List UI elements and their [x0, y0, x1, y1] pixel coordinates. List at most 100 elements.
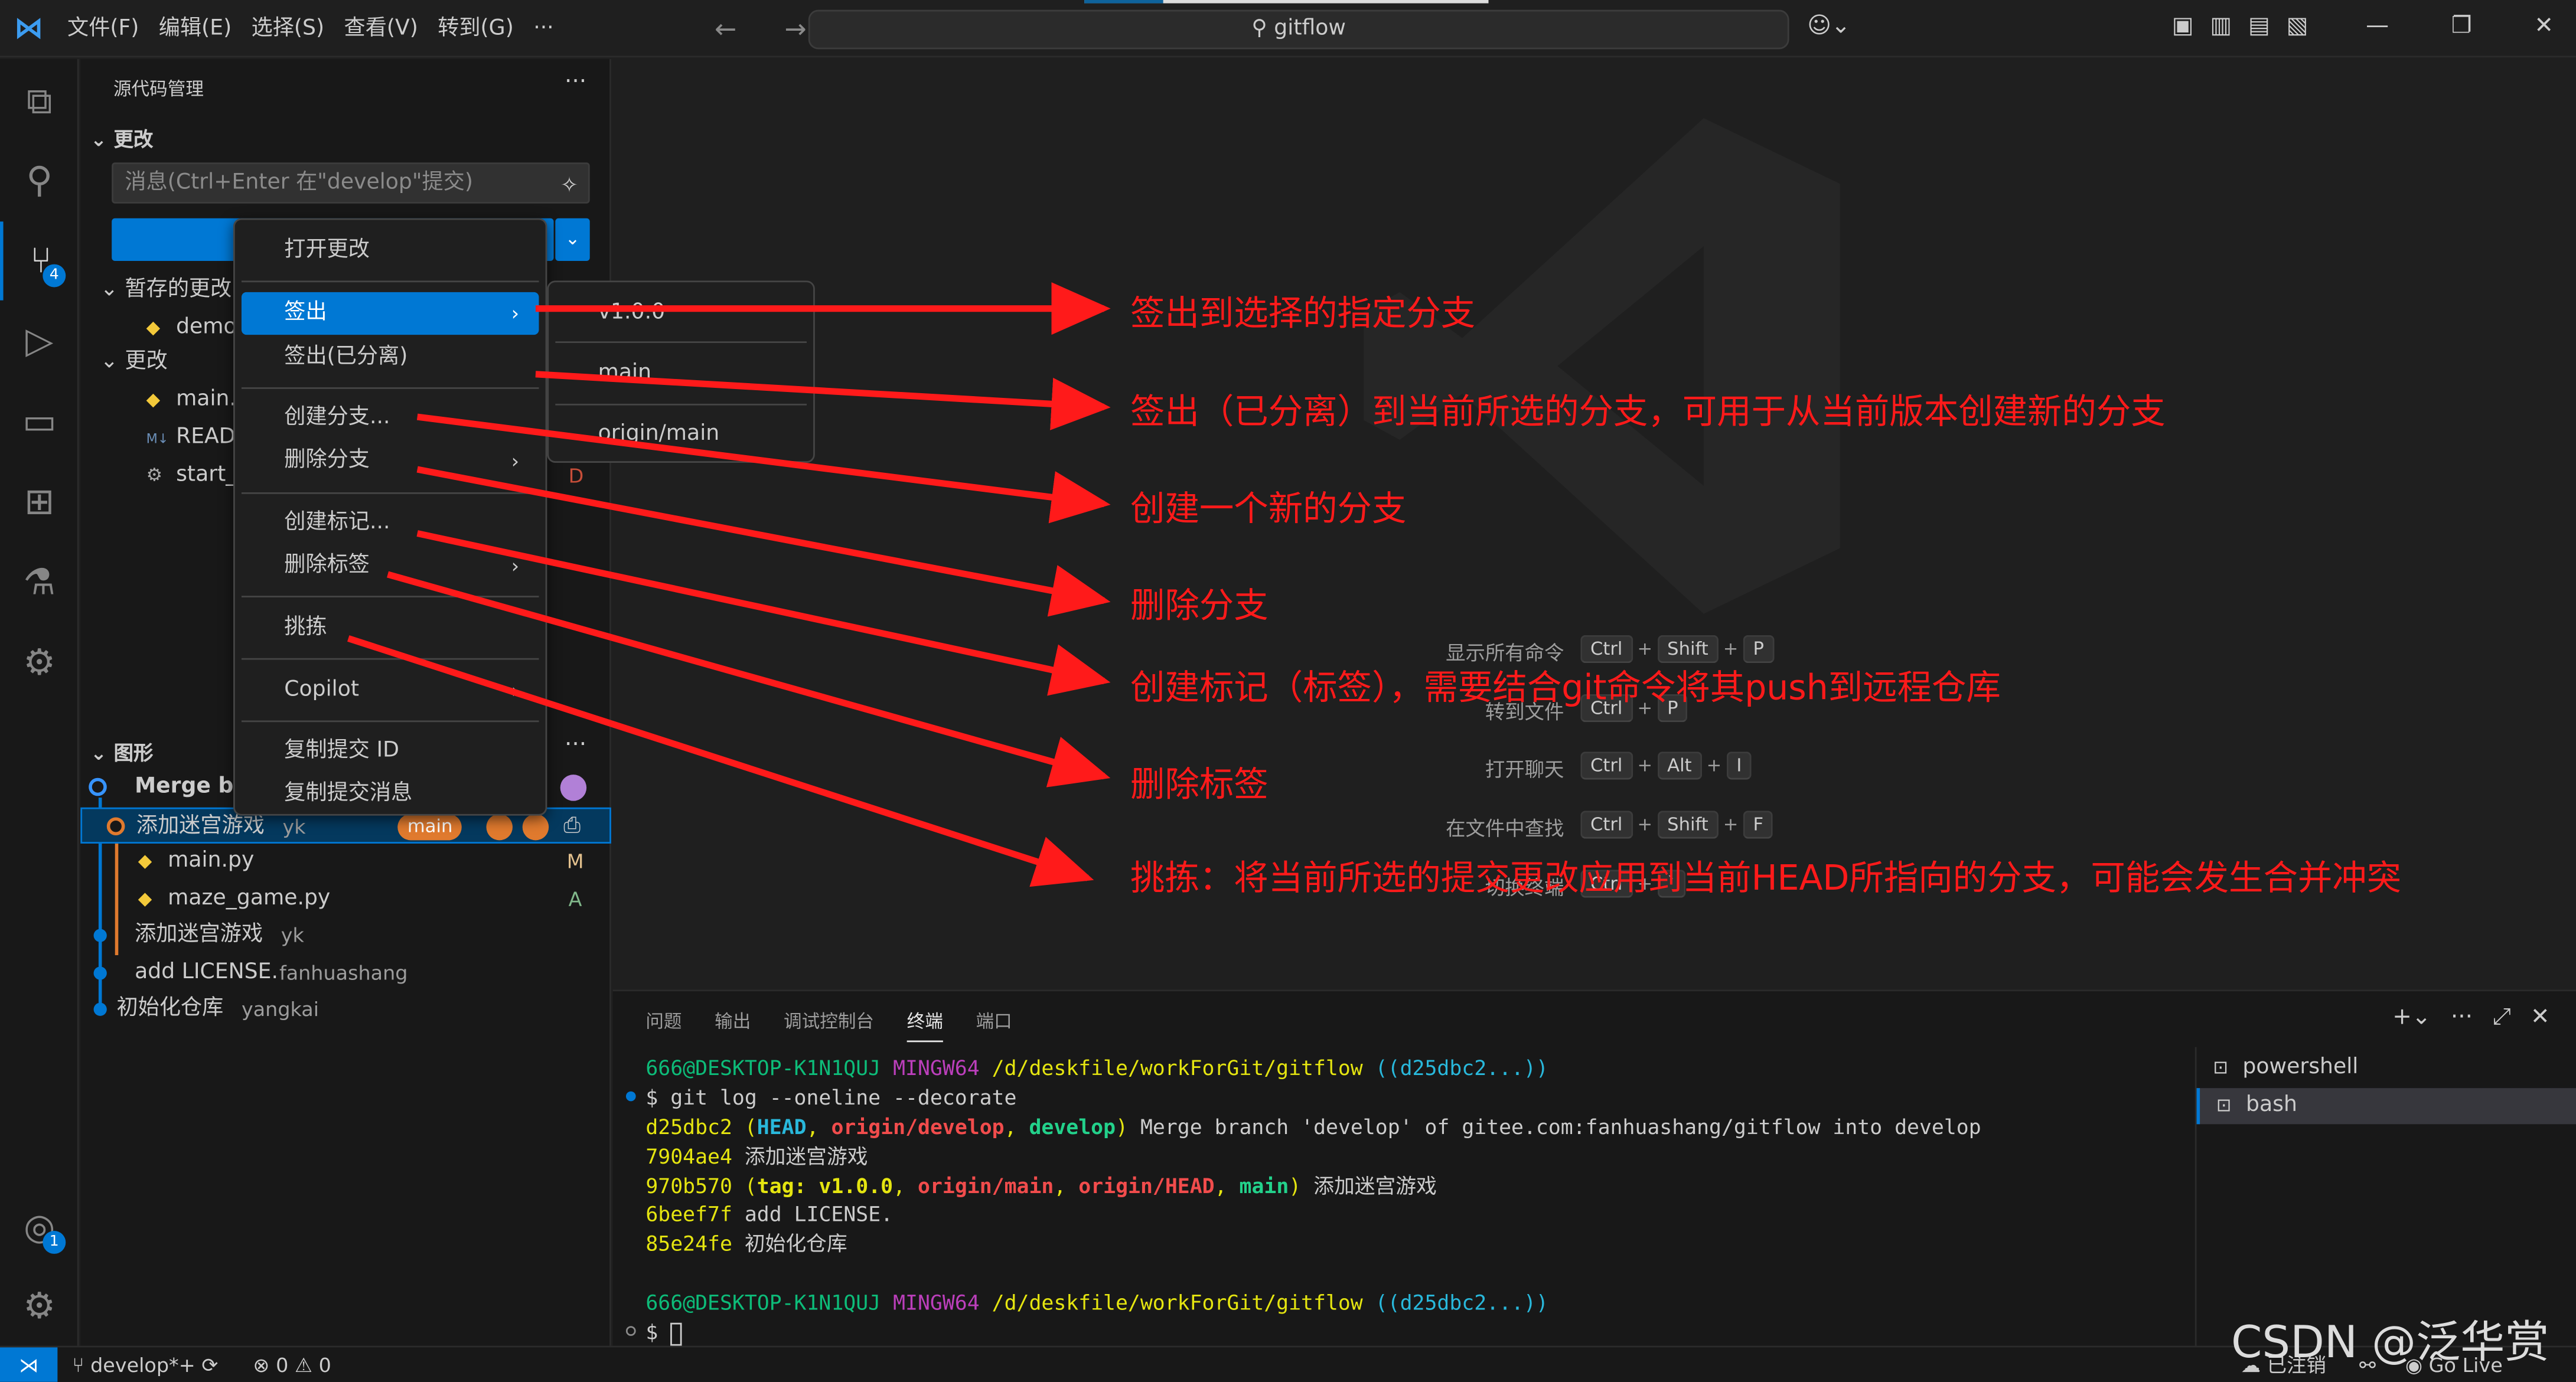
run-debug-icon[interactable]: ▷: [0, 302, 79, 381]
menu-checkout-detached[interactable]: 签出(已分离): [242, 336, 539, 379]
restore-icon[interactable]: ❐: [2451, 13, 2472, 39]
menu-copy-commit-message[interactable]: 复制提交消息: [242, 773, 539, 815]
python-file-icon: ◆: [138, 850, 152, 872]
sparkle-icon[interactable]: ✧: [560, 168, 578, 205]
more-actions-icon[interactable]: ···: [2451, 1004, 2473, 1030]
submenu-branch-origin-main[interactable]: origin/main: [555, 414, 807, 456]
vscode-watermark-icon: [1364, 118, 1840, 614]
chevron-right-icon: ›: [511, 554, 520, 578]
config-file-icon: ⚙: [146, 464, 163, 486]
close-panel-icon[interactable]: ✕: [2531, 1004, 2550, 1030]
activity-bar: ⧉ ⚲ ⑂ 4 ▷ ▭ ⊞ ⚗ ⚙ ◎ 1 ⚙: [0, 59, 79, 1346]
tab-debug-console[interactable]: 调试控制台: [784, 1008, 874, 1042]
graph-commit-row[interactable]: 初始化仓库 yangkai: [80, 991, 611, 1027]
tab-terminal[interactable]: 终端: [907, 1008, 943, 1043]
commit-message-input[interactable]: 消息(Ctrl+Enter 在"develop"提交) ✧: [112, 162, 590, 204]
branch-status[interactable]: ⑂ develop*+ ⟳: [72, 1347, 218, 1381]
submenu-separator: [555, 341, 807, 344]
graph-file-row[interactable]: ◆ maze_game.py A: [80, 881, 611, 917]
shortcut-open-chat: 打开聊天 Ctrl + Alt + I: [1315, 752, 1808, 785]
python-file-icon: ◆: [146, 316, 161, 338]
terminal-item-bash[interactable]: ⊡ bash: [2196, 1088, 2576, 1125]
problems-status[interactable]: ⊗ 0 ⚠ 0: [253, 1347, 331, 1381]
shortcut-find-in-files: 在文件中查找 Ctrl + Shift + F: [1315, 811, 1808, 844]
maximize-panel-icon[interactable]: ⤢: [2492, 1004, 2510, 1030]
graph-file-row[interactable]: ◆ main.py M: [80, 844, 611, 880]
layout-toggle-icons[interactable]: ▣▥▤▧: [2172, 13, 2325, 39]
settings-gear-icon[interactable]: ⚙: [0, 1267, 79, 1345]
vscode-logo-icon: ⋈: [14, 11, 44, 45]
graph-node: [93, 929, 107, 942]
annotation-delete-tag: 删除标签: [1130, 764, 1269, 805]
menu-create-tag[interactable]: 创建标记...: [242, 502, 539, 545]
sync-icon[interactable]: ⟳: [201, 1354, 218, 1377]
submenu-tag-v1[interactable]: v1.0.0: [555, 292, 807, 335]
changes-section-header[interactable]: ⌄ 更改: [90, 125, 153, 152]
tab-output[interactable]: 输出: [715, 1008, 751, 1042]
menu-view[interactable]: 查看(V): [334, 0, 428, 57]
menu-copilot[interactable]: Copilot ›: [242, 669, 539, 712]
menu-selection[interactable]: 选择(S): [242, 0, 334, 57]
menu-delete-tag[interactable]: 删除标签 ›: [242, 545, 539, 587]
terminal-item-powershell[interactable]: ⊡ powershell: [2197, 1050, 2576, 1086]
graph-commit-row[interactable]: add LICENSE. fanhuashang: [80, 955, 611, 991]
menu-edit[interactable]: 编辑(E): [149, 0, 242, 57]
tab-problems[interactable]: 问题: [645, 1008, 682, 1042]
annotation-create-tag: 创建标记（标签），需要结合git命令将其push到远程仓库: [1130, 668, 2001, 708]
commit-dropdown-button[interactable]: ⌄: [555, 218, 590, 262]
annotation-create-branch: 创建一个新的分支: [1130, 489, 1407, 529]
scm-badge: 4: [43, 264, 66, 287]
menu-cherry-pick[interactable]: 挑拣: [242, 607, 539, 650]
graph-commit-row[interactable]: 添加迷宫游戏 yk: [80, 917, 611, 953]
menu-checkout[interactable]: 签出 ›: [241, 292, 539, 335]
remote-explorer-icon[interactable]: ▭: [0, 383, 79, 461]
checkout-submenu: v1.0.0 main origin/main: [547, 280, 815, 463]
staged-changes-header[interactable]: ⌄ 暂存的更改: [100, 272, 232, 308]
added-status: A: [568, 887, 582, 911]
changed-file[interactable]: ⚙ start_: [146, 458, 237, 494]
changes-subheader[interactable]: ⌄ 更改: [100, 345, 168, 381]
changed-file[interactable]: ◆ main.: [146, 383, 236, 419]
copilot-icon[interactable]: ☺⌄: [1807, 13, 1850, 39]
search-label: gitflow: [1274, 16, 1346, 41]
sidebar-more-button[interactable]: ···: [565, 69, 586, 95]
close-icon[interactable]: ✕: [2534, 13, 2554, 39]
chevron-right-icon: ›: [511, 449, 520, 473]
tag-badge-icon: [522, 813, 549, 841]
python-file-icon: ◆: [138, 887, 152, 910]
source-control-icon[interactable]: ⑂ 4: [0, 221, 79, 300]
remote-indicator-icon[interactable]: ⋊: [0, 1347, 58, 1382]
submenu-separator: [555, 403, 807, 406]
terminal-output[interactable]: 666@DESKTOP-K1N1QUJ MINGW64 /d/deskfile/…: [645, 1054, 2157, 1347]
branch-badge-main: main: [397, 813, 463, 841]
minimize-icon[interactable]: —: [2366, 13, 2389, 39]
tab-ports[interactable]: 端口: [976, 1008, 1012, 1042]
new-terminal-icon[interactable]: +⌄: [2392, 1004, 2431, 1030]
menu-file[interactable]: 文件(F): [57, 0, 149, 57]
menu-open-changes[interactable]: 打开更改: [242, 230, 539, 272]
extensions-icon[interactable]: ⊞: [0, 463, 79, 541]
graph-section-header[interactable]: ⌄ 图形: [90, 739, 153, 766]
command-center-search[interactable]: ⚲ gitflow: [808, 9, 1789, 50]
menu-go[interactable]: 转到(G): [428, 0, 524, 57]
markdown-file-icon: M↓: [146, 432, 169, 447]
menu-separator: [241, 492, 539, 494]
explorer-icon[interactable]: ⧉: [0, 63, 79, 141]
panel-actions: +⌄ ··· ⤢ ✕: [2392, 1004, 2549, 1030]
command-decoration-icon: [625, 1326, 636, 1336]
graph-more-button[interactable]: ···: [565, 732, 586, 758]
menu-create-branch[interactable]: 创建分支...: [242, 397, 539, 440]
python-file-icon: ◆: [146, 388, 161, 410]
submenu-branch-main[interactable]: main: [555, 353, 807, 396]
annotation-checkout: 签出到选择的指定分支: [1130, 293, 1476, 334]
search-icon[interactable]: ⚲: [0, 141, 79, 220]
testing-icon[interactable]: ⚗: [0, 543, 79, 622]
menu-more[interactable]: ···: [524, 0, 564, 57]
menu-copy-commit-id[interactable]: 复制提交 ID: [242, 730, 539, 773]
open-changes-icon[interactable]: ⎙: [563, 809, 581, 845]
changed-file[interactable]: M↓ READ: [146, 420, 236, 456]
staged-file[interactable]: ◆ demo: [146, 310, 237, 346]
menu-delete-branch[interactable]: 删除分支 ›: [242, 440, 539, 482]
gitlens-icon[interactable]: ⚙: [0, 623, 79, 702]
accounts-icon[interactable]: ◎ 1: [0, 1188, 79, 1267]
